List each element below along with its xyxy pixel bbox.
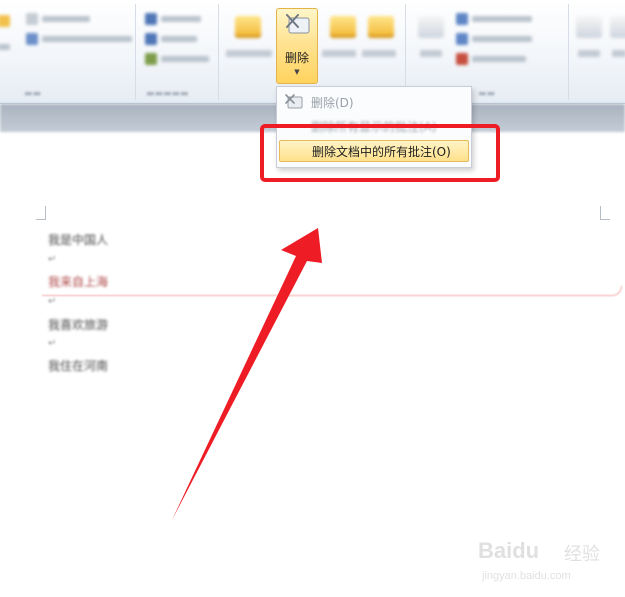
watermark-url: jingyan.baidu.com [482,570,571,582]
ribbon-small-button[interactable] [145,52,209,66]
document-line[interactable]: 我是中国人 [48,231,108,248]
ribbon-small-button[interactable] [456,52,526,66]
convert-icon [145,53,157,65]
paragraph-mark: ↵ [48,296,57,307]
new-comment-icon [235,16,261,38]
document-line[interactable]: 我喜欢旅游 [48,316,108,333]
translate-icon [26,33,38,45]
convert-icon [145,13,157,25]
group-label-conversion: ▬▬▬▬▬ [146,89,189,99]
ribbon-small-button[interactable] [456,32,532,46]
delete-comment-button[interactable]: 删除 ▼ [276,8,318,84]
next-comment-icon [368,16,394,38]
ribbon-small-button[interactable] [0,40,10,54]
watermark-brand: Baidu [478,538,540,563]
ribbon-group-separator [568,4,569,100]
ribbon-small-button[interactable] [26,12,90,26]
chevron-down-icon: ▼ [294,68,300,76]
ribbon-group-separator [135,4,136,100]
delete-comment-icon [286,14,310,34]
markup-icon [456,13,468,25]
annotation-highlight-box [260,124,500,182]
group-label-language: ▬▬ [24,89,42,99]
paragraph-mark: ↵ [48,338,57,349]
delete-comment-icon [285,94,303,109]
paragraph-mark: ↵ [48,254,57,265]
watermark: Baidu 经验 jingyan.baidu.com [478,538,618,592]
document-line[interactable]: 我住在河南 [48,357,108,374]
ribbon-small-button[interactable] [26,32,132,46]
ribbon-small-button[interactable] [0,14,14,28]
menu-item-label: 删除(D) [311,95,354,110]
track-changes-icon [418,16,444,38]
group-label-tracking: ▬▬ [478,89,496,99]
reviewing-pane-icon [456,53,468,65]
reject-icon [610,16,625,38]
watermark-cn: 经验 [564,544,600,565]
accept-icon [576,16,602,38]
convert-icon [145,33,157,45]
star-icon [0,15,10,27]
ribbon-small-button[interactable] [456,12,532,26]
ribbon-small-button[interactable] [145,12,201,26]
ribbon-group-separator [218,4,219,100]
delete-button-label: 删除 [284,51,309,65]
menu-item-delete[interactable]: 删除(D) [279,91,469,113]
document-icon [26,13,38,25]
show-markup-icon [456,33,468,45]
previous-comment-icon [330,16,356,38]
ribbon-small-button[interactable] [145,32,197,46]
page-corner-left [36,206,46,220]
page-corner-right [600,206,610,220]
comment-connector-line [42,286,622,296]
